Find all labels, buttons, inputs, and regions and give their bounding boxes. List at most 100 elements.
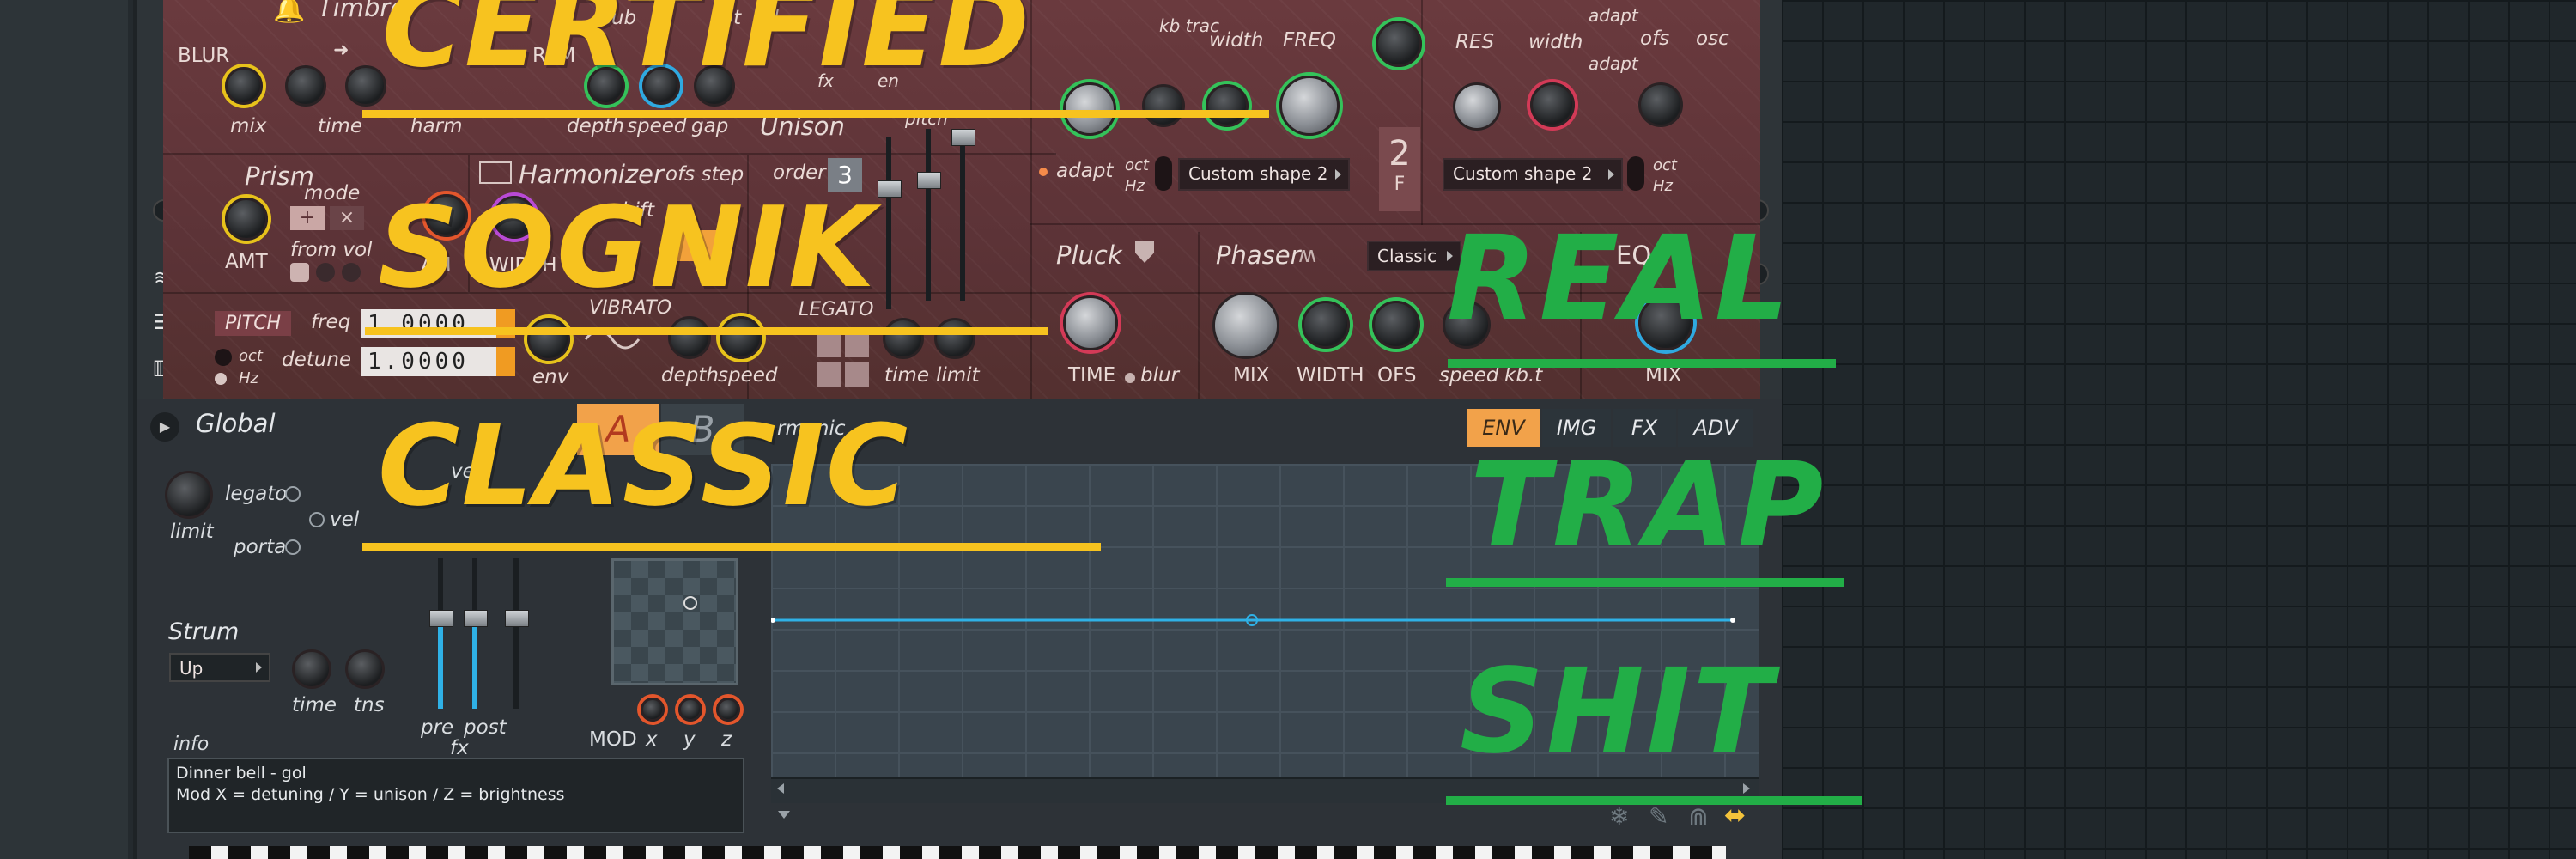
phaser-wave-icon: ʍ	[1298, 242, 1317, 268]
mod-y-knob[interactable]	[678, 698, 702, 722]
pencil-icon[interactable]: ✎	[1649, 802, 1668, 831]
fader-post-cap[interactable]	[464, 610, 488, 627]
pitch-env-knob[interactable]	[527, 318, 570, 361]
vibrato-depth-label: depth	[661, 364, 719, 387]
global-limit-knob[interactable]	[165, 471, 213, 519]
filter-knob-a[interactable]	[1063, 82, 1116, 136]
info-box: Dinner bell - gol Mod X = detuning / Y =…	[167, 758, 744, 833]
resize-arrows-icon[interactable]: ⬌	[1724, 801, 1746, 831]
unison-order-label: order	[773, 161, 826, 184]
adapt-led[interactable]	[1039, 168, 1048, 176]
phaser-mix-knob[interactable]	[1212, 292, 1279, 359]
pitch-oct-label: oct	[239, 347, 263, 365]
filter-slot-badge[interactable]: 2F	[1379, 127, 1420, 211]
rem-depth-label: depth	[567, 115, 624, 137]
prism-btn-2[interactable]	[316, 263, 335, 282]
snowflake-icon[interactable]: ❄	[1609, 802, 1629, 831]
width-label: width	[1209, 29, 1264, 52]
res-knob[interactable]	[1453, 82, 1501, 131]
phaser-ofs-knob[interactable]	[1372, 301, 1420, 349]
fader-cap[interactable]	[878, 180, 902, 198]
prism-minus-btn[interactable]	[290, 263, 309, 282]
piano-keyboard[interactable]	[189, 846, 1726, 859]
xy-pad[interactable]	[611, 558, 738, 685]
prism-mode-plus[interactable]: +	[290, 206, 325, 230]
vel-radio[interactable]	[309, 512, 325, 527]
legato-limit-label: limit	[936, 364, 980, 387]
blur-mix-knob[interactable]	[225, 67, 263, 105]
legato-limit-knob[interactable]	[934, 318, 975, 359]
magnet-icon[interactable]: ⋒	[1688, 802, 1708, 831]
width2-knob[interactable]	[1530, 82, 1575, 127]
legato-btn-2[interactable]	[845, 333, 869, 357]
legato-time-knob[interactable]	[883, 318, 924, 359]
pitch-detune-label: detune	[282, 349, 352, 371]
filter-width-knob[interactable]	[1206, 84, 1249, 127]
blur-time-knob[interactable]	[285, 65, 326, 107]
pluck-time-knob[interactable]	[1063, 295, 1118, 350]
oct-hz-switch-b[interactable]	[1627, 156, 1644, 191]
ofs-knob[interactable]	[1638, 82, 1683, 127]
legato-btn-3[interactable]	[817, 362, 841, 387]
global-limit-label: limit	[170, 521, 214, 543]
fader-pre-cap[interactable]	[429, 610, 453, 627]
prism-amt-knob[interactable]	[225, 198, 268, 241]
global-vel-label: vel	[330, 509, 360, 531]
pluck-time-label: TIME	[1068, 364, 1116, 387]
filter-res-top-knob[interactable]	[1376, 21, 1422, 67]
unison-fader-3[interactable]	[960, 129, 965, 301]
fader-pre-fill	[438, 618, 443, 709]
porta-radio[interactable]	[285, 539, 301, 555]
legato-btn-1[interactable]	[817, 333, 841, 357]
vibrato-speed-label: speed	[718, 364, 778, 387]
mod-x-knob[interactable]	[641, 698, 665, 722]
unison-fader-2[interactable]	[926, 129, 931, 301]
playlist-grid[interactable]	[1782, 0, 2576, 859]
legato-radio[interactable]	[285, 486, 301, 502]
left-sidebar	[0, 0, 133, 859]
pitch-hz-led[interactable]	[215, 373, 227, 385]
prism-btn-3[interactable]	[342, 263, 361, 282]
mod-z-knob[interactable]	[716, 698, 740, 722]
pluck-blur-label: blur	[1140, 364, 1180, 387]
harmonizer-grid-icon	[479, 161, 512, 184]
strum-time-knob[interactable]	[292, 649, 331, 689]
blur-mix-label: mix	[230, 115, 267, 137]
strum-tns-knob[interactable]	[345, 649, 385, 689]
blur-harm-knob[interactable]	[345, 65, 386, 107]
scroll-right-icon[interactable]	[1743, 783, 1750, 794]
prism-from-vol-label: from vol	[290, 239, 373, 261]
filter-kb-knob[interactable]	[1142, 84, 1185, 127]
oct-label-a: oct	[1125, 156, 1149, 174]
xy-pad-handle[interactable]	[683, 596, 697, 610]
prism-mode-x[interactable]: ×	[330, 206, 364, 230]
legato-btn-4[interactable]	[845, 362, 869, 387]
global-porta-label: porta	[234, 536, 287, 558]
ofs-label: ofs	[1640, 27, 1670, 50]
pitch-detune-lcd[interactable]: 1.0000	[361, 347, 515, 376]
filter-freq-knob[interactable]	[1279, 76, 1340, 136]
vibrato-depth-knob[interactable]	[668, 316, 711, 359]
vibrato-speed-knob[interactable]	[720, 316, 762, 359]
scroll-left-icon[interactable]	[777, 783, 784, 794]
osc-label: osc	[1696, 27, 1729, 50]
pluck-blur-led[interactable]	[1125, 373, 1135, 383]
fader-cap[interactable]	[951, 129, 975, 146]
unison-fader-1[interactable]	[886, 137, 891, 309]
global-expand-icon[interactable]: ▶	[150, 412, 179, 442]
fader-pre-label: pre	[421, 716, 454, 739]
envelope-menu-icon[interactable]	[778, 811, 790, 819]
custom-shape-dropdown-2[interactable]: Custom shape 2	[1443, 158, 1623, 191]
pitch-oct-led[interactable]	[215, 349, 232, 366]
global-legato-label: legato	[225, 483, 288, 505]
fader-cap[interactable]	[917, 172, 941, 189]
custom-shape-dropdown-1[interactable]: Custom shape 2	[1178, 158, 1350, 191]
overlay-underline	[362, 543, 1101, 551]
fader-fx-track[interactable]	[513, 558, 519, 709]
strum-mode-dropdown[interactable]: Up	[169, 653, 270, 682]
oct-hz-switch-a[interactable]	[1155, 156, 1172, 191]
freq-label: FREQ	[1283, 29, 1336, 52]
pitch-pill[interactable]: PITCH	[215, 311, 292, 336]
phaser-width-knob[interactable]	[1302, 301, 1350, 349]
fader-fx-cap[interactable]	[505, 610, 529, 627]
